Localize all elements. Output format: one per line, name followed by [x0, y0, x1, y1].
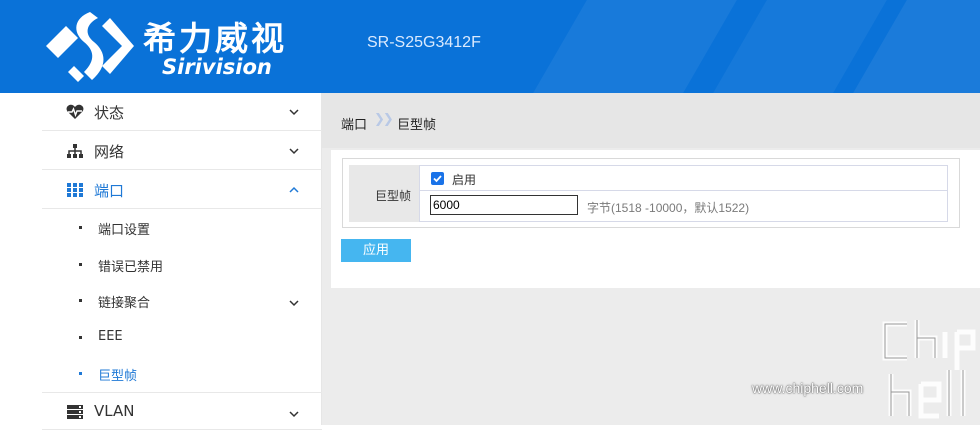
brand-name-cn: 希力威视	[143, 19, 287, 58]
breadcrumb-current: 巨型帧	[397, 118, 437, 133]
breadcrumb: 端口 ❯❯ 巨型帧	[322, 93, 980, 148]
chiphell-watermark-logo-icon	[882, 320, 976, 419]
bullet	[79, 263, 82, 266]
sidebar-item-vlan[interactable]: VLAN	[42, 392, 322, 430]
bullet	[79, 299, 82, 302]
breadcrumb-separator-icon: ❯❯	[374, 112, 394, 127]
chevron-down-icon	[289, 109, 299, 116]
banner-stripe	[533, 0, 737, 93]
mtu-size-input[interactable]	[430, 195, 578, 215]
sidebar-subitem-err-disabled[interactable]: 错误已禁用	[42, 247, 322, 283]
brand-name-en: Sirivision	[162, 55, 272, 79]
sidebar: 状态 网络 端口 端口设置 错误已禁用 链接聚合 EEE 巨型帧 VLAN	[42, 93, 322, 430]
sidebar-subitem-port-settings[interactable]: 端口设置	[42, 210, 322, 246]
heartbeat-icon	[66, 104, 84, 119]
sidebar-item-label: 网络	[94, 143, 125, 161]
mtu-row: 字节(1518 -10000，默认1522)	[419, 191, 948, 222]
top-banner: 希力威视 Sirivision SR-S25G3412F	[0, 0, 980, 93]
grid-icon	[67, 183, 83, 197]
enable-row: 启用	[419, 165, 948, 191]
sidebar-subitem-link-aggregation[interactable]: 链接聚合	[42, 283, 322, 319]
jumbo-frame-panel: 巨型帧 启用 字节(1518 -10000，默认1522) 应用	[331, 150, 980, 288]
chevron-up-icon	[289, 186, 299, 193]
sidebar-item-label: 状态	[94, 104, 125, 122]
sidebar-subitem-label: 巨型帧	[98, 369, 138, 384]
enable-label: 启用	[452, 173, 477, 187]
field-label-cell: 巨型帧	[349, 165, 419, 222]
breadcrumb-parent[interactable]: 端口	[341, 114, 367, 133]
brand-logo-icon	[46, 12, 134, 82]
jumbo-frame-form: 巨型帧 启用 字节(1518 -10000，默认1522)	[342, 158, 960, 228]
chevron-down-icon	[289, 300, 299, 307]
sidebar-subitem-label: 链接聚合	[98, 296, 151, 311]
network-tree-icon	[67, 144, 83, 158]
sidebar-subitem-label: 错误已禁用	[98, 260, 164, 275]
bullet	[79, 336, 82, 339]
chevron-down-icon	[289, 148, 299, 155]
sidebar-item-port[interactable]: 端口	[42, 171, 322, 209]
bullet	[79, 226, 82, 229]
checkmark-icon	[433, 175, 442, 183]
sidebar-subitem-label: 端口设置	[98, 223, 151, 238]
chevron-down-icon	[289, 411, 299, 418]
watermark-text: www.chiphell.com	[752, 380, 864, 396]
mtu-hint: 字节(1518 -10000，默认1522)	[587, 201, 750, 215]
field-label: 巨型帧	[375, 189, 412, 203]
sidebar-subitem-jumbo-frame[interactable]: 巨型帧	[42, 356, 322, 392]
sidebar-item-label: VLAN	[94, 402, 135, 420]
enable-checkbox[interactable]	[431, 172, 444, 185]
apply-button[interactable]: 应用	[341, 239, 411, 262]
sidebar-subitem-label: EEE	[98, 329, 123, 344]
sidebar-item-label: 端口	[94, 182, 125, 200]
sidebar-item-network[interactable]: 网络	[42, 132, 322, 170]
left-gutter	[0, 93, 42, 425]
server-icon	[67, 405, 83, 419]
sidebar-item-status[interactable]: 状态	[42, 93, 322, 131]
sidebar-subitem-eee[interactable]: EEE	[42, 320, 322, 356]
device-model: SR-S25G3412F	[367, 34, 481, 51]
bullet	[79, 372, 82, 375]
